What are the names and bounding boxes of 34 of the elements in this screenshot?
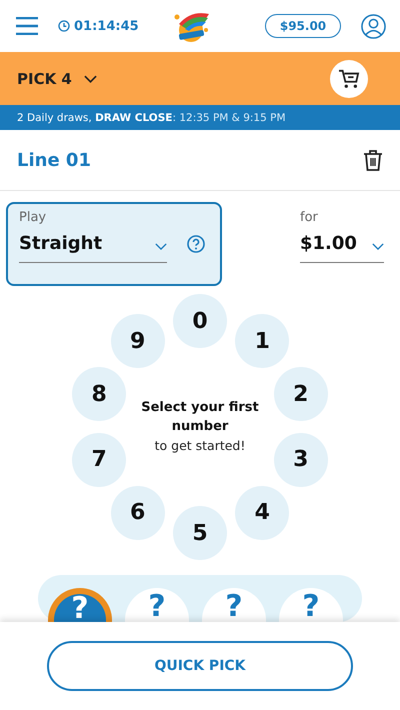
countdown-timer: 01:14:45 <box>74 18 139 34</box>
number-ball[interactable]: 1 <box>235 314 290 368</box>
number-slot[interactable]: ? <box>202 588 266 622</box>
number-ball[interactable]: 9 <box>110 314 165 368</box>
chevron-icon <box>155 243 167 250</box>
prompt-title: Select your first number <box>140 399 260 436</box>
amount-select[interactable]: for $1.00 <box>300 202 384 286</box>
number-ball[interactable]: 5 <box>173 506 227 560</box>
number-ball[interactable]: 7 <box>72 432 126 487</box>
number-slot[interactable]: ? <box>48 588 112 622</box>
number-ball[interactable]: 0 <box>173 294 227 348</box>
number-ball[interactable]: 4 <box>235 486 290 540</box>
prompt-subtitle: to get started! <box>154 438 246 453</box>
trash-icon[interactable] <box>363 149 383 171</box>
number-ball[interactable]: 2 <box>274 367 328 422</box>
clock-icon <box>58 20 70 32</box>
number-ball[interactable]: 8 <box>72 367 126 422</box>
play-type-select[interactable]: Play Straight <box>6 202 222 286</box>
chevron-icon <box>372 243 384 250</box>
draw-info-text: 2 Daily draws, DRAW CLOSE: 12:35 PM & 9:15 PM <box>17 112 286 124</box>
number-slot[interactable]: ? <box>279 588 343 622</box>
line-title: Line 01 <box>17 150 91 170</box>
cart-button[interactable] <box>330 60 368 98</box>
number-slot[interactable]: ? <box>125 588 189 622</box>
menu-icon[interactable] <box>16 17 38 35</box>
number-ball[interactable]: 6 <box>110 486 165 540</box>
cart-icon <box>338 68 360 88</box>
balance-button[interactable]: $95.00 <box>265 14 341 38</box>
chevron-icon <box>84 74 97 82</box>
help-icon[interactable] <box>187 235 205 253</box>
game-selector[interactable]: PICK 4 <box>17 70 97 88</box>
number-ball[interactable]: 3 <box>274 432 328 487</box>
quick-pick-button[interactable]: QUICK PICK <box>47 641 353 691</box>
profile-icon[interactable] <box>361 14 386 38</box>
